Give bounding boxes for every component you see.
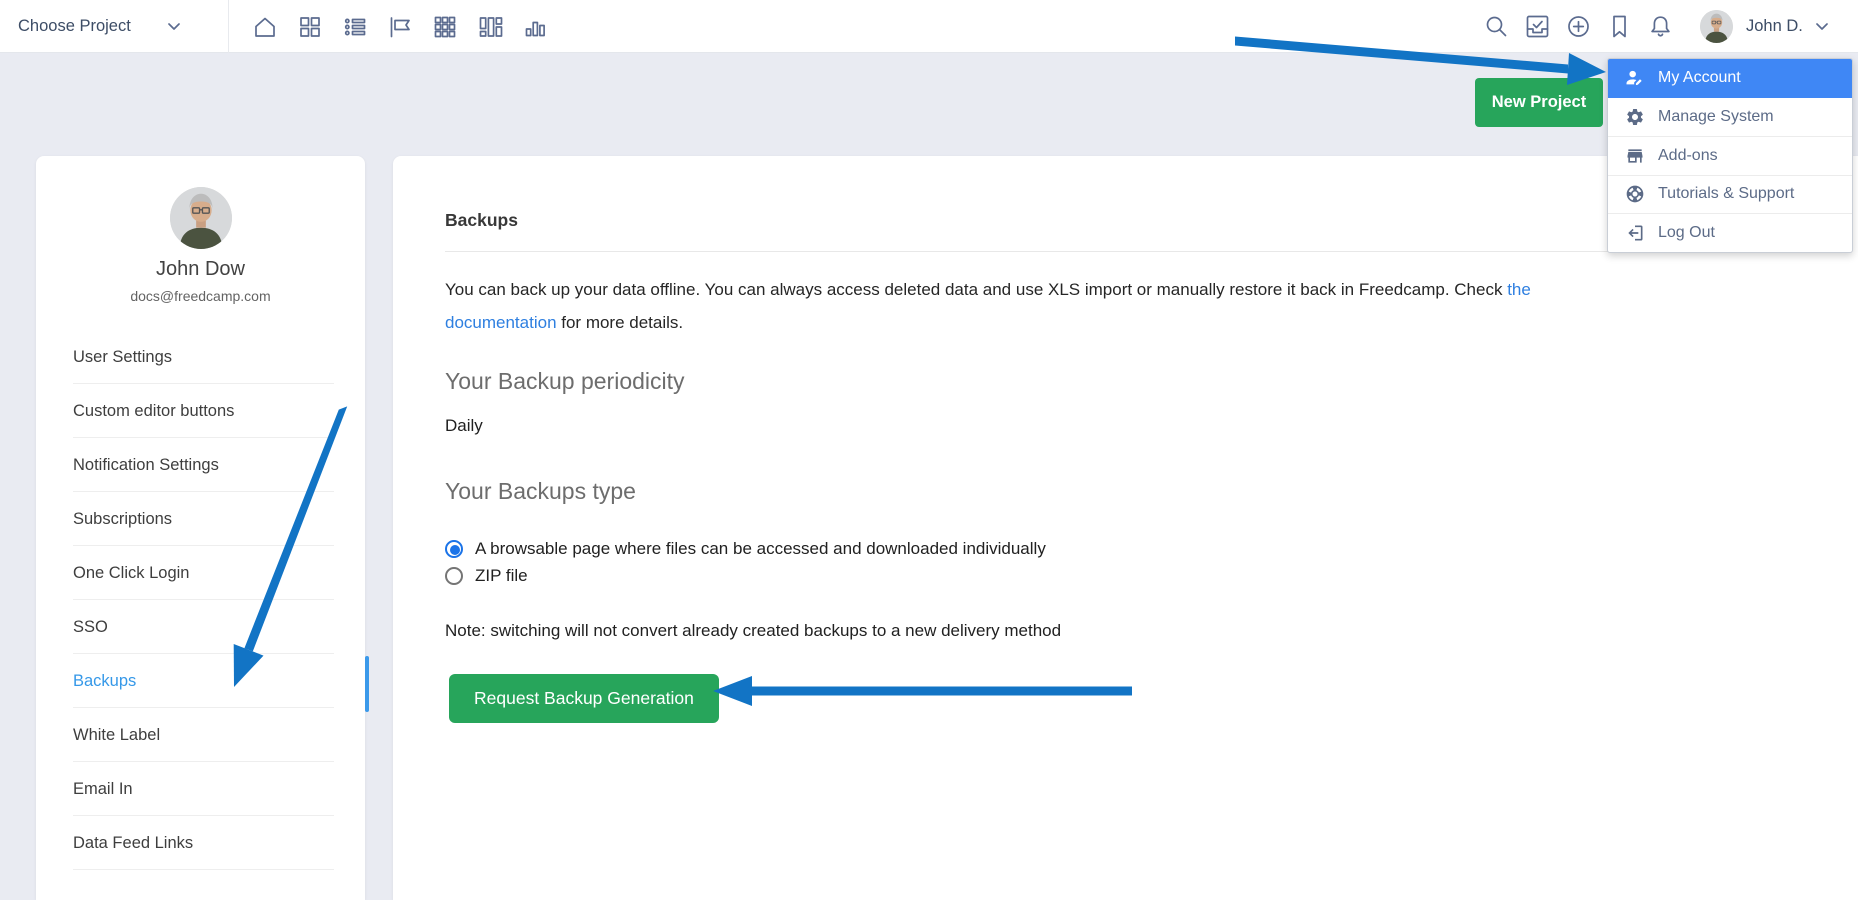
menu-item-label: Tutorials & Support (1658, 185, 1794, 203)
menu-item-add-ons[interactable]: Add-ons (1608, 136, 1852, 175)
sidebar-item-email-in[interactable]: Email In (36, 762, 365, 816)
reports-chart-icon[interactable] (522, 14, 548, 40)
switch-note: Note: switching will not convert already… (445, 621, 1810, 641)
menu-item-label: My Account (1658, 69, 1741, 87)
sidebar-item-white-label[interactable]: White Label (36, 708, 365, 762)
person-edit-icon (1625, 68, 1645, 88)
search-icon[interactable] (1483, 13, 1510, 40)
menu-item-tutorials-support[interactable]: Tutorials & Support (1608, 175, 1852, 214)
menu-item-label: Manage System (1658, 108, 1774, 126)
backups-type-heading: Your Backups type (445, 478, 1810, 505)
topbar-action-icons (1483, 0, 1674, 53)
menu-item-label: Log Out (1658, 224, 1715, 242)
intro-text: You can back up your data offline. You c… (445, 273, 1645, 339)
periodicity-value: Daily (445, 416, 1810, 436)
radio-unselected-icon[interactable] (445, 567, 463, 585)
sidebar-item-sso[interactable]: SSO (36, 600, 365, 654)
sidebar-item-one-click-login[interactable]: One Click Login (36, 546, 365, 600)
option-zip-file[interactable]: ZIP file (445, 562, 1810, 589)
store-icon (1625, 146, 1645, 166)
request-backup-generation-button[interactable]: Request Backup Generation (449, 674, 719, 723)
sidebar-item-notification-settings[interactable]: Notification Settings (36, 438, 365, 492)
main-nav-icons (252, 0, 548, 53)
sidebar-user-email: docs@freedcamp.com (36, 288, 365, 304)
top-bar: Choose Project John D. (0, 0, 1858, 53)
kanban-board-icon[interactable] (477, 14, 503, 40)
menu-item-log-out[interactable]: Log Out (1608, 213, 1852, 252)
dashboard-grid-icon[interactable] (297, 14, 323, 40)
sidebar-item-subscriptions[interactable]: Subscriptions (36, 492, 365, 546)
new-project-button[interactable]: New Project (1475, 78, 1603, 127)
user-name: John D. (1746, 17, 1803, 36)
logout-icon (1625, 223, 1645, 243)
bookmark-icon[interactable] (1606, 13, 1633, 40)
page-title: Backups (445, 210, 1810, 231)
settings-nav: User Settings Custom editor buttons Noti… (36, 330, 365, 870)
apps-grid-icon[interactable] (432, 14, 458, 40)
backups-panel: Backups You can back up your data offlin… (393, 156, 1858, 900)
radio-selected-icon[interactable] (445, 540, 463, 558)
option-browsable-page[interactable]: A browsable page where files can be acce… (445, 535, 1810, 562)
avatar (170, 187, 232, 249)
periodicity-heading: Your Backup periodicity (445, 368, 1810, 395)
milestones-flag-icon[interactable] (387, 14, 413, 40)
backups-type-options: A browsable page where files can be acce… (445, 535, 1810, 589)
menu-item-manage-system[interactable]: Manage System (1608, 98, 1852, 137)
chevron-down-icon (1816, 23, 1828, 31)
sidebar-scrollbar[interactable] (365, 656, 369, 712)
tasks-list-icon[interactable] (342, 14, 368, 40)
title-divider (445, 251, 1810, 252)
add-circle-icon[interactable] (1565, 13, 1592, 40)
sidebar-item-backups[interactable]: Backups (36, 654, 365, 708)
gear-icon (1625, 107, 1645, 127)
todo-tray-icon[interactable] (1524, 13, 1551, 40)
menu-item-my-account[interactable]: My Account (1608, 59, 1852, 98)
user-dropdown-menu: My Account Manage System Add-ons Tutoria… (1607, 58, 1853, 253)
home-icon[interactable] (252, 14, 278, 40)
avatar (1700, 10, 1733, 43)
user-menu-trigger[interactable]: John D. (1700, 0, 1828, 53)
sidebar-item-custom-editor-buttons[interactable]: Custom editor buttons (36, 384, 365, 438)
project-selector[interactable]: Choose Project (18, 0, 180, 53)
sidebar-user-name: John Dow (36, 258, 365, 281)
chevron-down-icon (168, 23, 180, 31)
support-icon (1625, 184, 1645, 204)
menu-item-label: Add-ons (1658, 147, 1718, 165)
topbar-divider (228, 0, 229, 53)
project-selector-label: Choose Project (18, 17, 131, 36)
sidebar-item-user-settings[interactable]: User Settings (36, 330, 365, 384)
sidebar-item-data-feed-links[interactable]: Data Feed Links (36, 816, 365, 870)
notifications-bell-icon[interactable] (1647, 13, 1674, 40)
settings-sidebar: John Dow docs@freedcamp.com User Setting… (36, 156, 365, 900)
